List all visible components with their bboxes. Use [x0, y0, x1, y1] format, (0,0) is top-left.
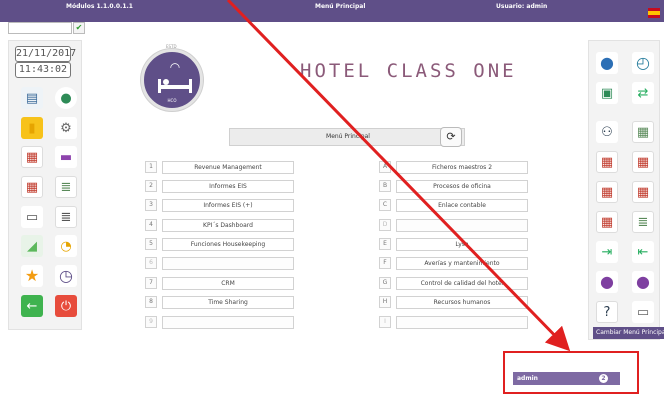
menu-key: 1 [145, 161, 157, 173]
notification-badge[interactable]: 2 [599, 374, 608, 383]
logo-small-text: HCO [167, 98, 177, 103]
menu-item-empty[interactable] [162, 257, 294, 270]
menu-item-crm[interactable]: CRM [162, 277, 294, 290]
menu-key: F [379, 257, 391, 269]
bed-icon[interactable]: ▬ [55, 146, 77, 168]
calendar-edit-icon[interactable]: ▦ [596, 181, 618, 203]
timer-icon[interactable]: ◔ [55, 235, 77, 257]
confirm-button[interactable]: ✔ [73, 22, 85, 34]
money-icon[interactable]: ▣ [596, 82, 618, 104]
menu-caption: Menú Principal [326, 133, 370, 140]
menu-key: B [379, 180, 391, 192]
menu-item-kpi-dashboard[interactable]: KPI´s Dashboard [162, 219, 294, 232]
user-icon[interactable]: ● [596, 52, 618, 74]
menu-key: H [379, 296, 391, 308]
search-input[interactable] [8, 22, 72, 34]
menu-item-empty[interactable] [396, 316, 528, 329]
user-list-icon[interactable]: ● [632, 271, 654, 293]
module-version: Módulos 1.1.0.0.1.1 [66, 3, 133, 10]
document-search-icon[interactable]: ≣ [55, 206, 77, 228]
menu-item-ficheros-maestros-2[interactable]: Ficheros maestros 2 [396, 161, 528, 174]
menu-item-empty[interactable] [396, 219, 528, 232]
menu-key: D [379, 219, 391, 231]
logout-icon[interactable]: ⇤ [632, 241, 654, 263]
document-list-icon[interactable]: ≣ [55, 176, 77, 198]
calendar-search-icon[interactable]: ▦ [632, 181, 654, 203]
change-menu-tooltip: Cambiar Menú Principal [593, 327, 664, 339]
calendar-grid-icon[interactable]: ▦ [21, 176, 43, 198]
menu-key: 3 [145, 199, 157, 211]
clock-icon[interactable]: ◷ [55, 265, 77, 287]
calendar-chart-icon[interactable]: ▦ [596, 211, 618, 233]
top-bar: Módulos 1.1.0.0.1.1 Menú Principal Usuar… [0, 0, 664, 22]
spreadsheet-icon[interactable]: ▦ [632, 121, 654, 143]
calendar-edit-icon[interactable]: ▦ [21, 146, 43, 168]
menu-item-control-de-calidad[interactable]: Control de calidad del hotel [396, 277, 528, 290]
date-display: 21/11/2017 [15, 46, 76, 62]
people-icon[interactable]: ⚇ [596, 121, 618, 143]
star-icon[interactable]: ★ [21, 265, 43, 287]
menu-key: 9 [145, 316, 157, 328]
menu-item-lysa[interactable]: Lysa [396, 238, 528, 251]
menu-item-informes-eis-plus[interactable]: Informes EIS (+) [162, 199, 294, 212]
login-icon[interactable]: ⇥ [596, 241, 618, 263]
menu-key: A [379, 161, 391, 173]
globe-icon[interactable]: ● [55, 87, 77, 109]
menu-item-funciones-housekeeping[interactable]: Funciones Housekeeping [162, 238, 294, 251]
screen-title: Menú Principal [315, 3, 366, 10]
clock-search-icon[interactable]: ◴ [632, 52, 654, 74]
menu-key: C [379, 199, 391, 211]
menu-item-empty[interactable] [162, 316, 294, 329]
hotel-logo: ◠ HCO [141, 49, 203, 111]
menu-key: I [379, 316, 391, 328]
transfer-icon[interactable]: ⇄ [632, 82, 654, 104]
menu-key: G [379, 277, 391, 289]
hotel-title: HOTEL CLASS ONE [300, 60, 517, 82]
menu-key: 4 [145, 219, 157, 231]
spanish-flag-icon[interactable] [648, 8, 660, 18]
back-arrow-icon[interactable]: ← [21, 295, 43, 317]
user-edit-icon[interactable]: ● [596, 271, 618, 293]
calendar-pencil-icon[interactable]: ▦ [632, 151, 654, 173]
time-display: 11:43:02 [15, 62, 71, 78]
menu-item-procesos-de-oficina[interactable]: Procesos de oficina [396, 180, 528, 193]
chat-icon[interactable]: ▭ [21, 206, 43, 228]
menu-item-revenue-management[interactable]: Revenue Management [162, 161, 294, 174]
book-search-icon[interactable]: ▤ [21, 87, 43, 109]
menu-item-time-sharing[interactable]: Time Sharing [162, 296, 294, 309]
power-icon[interactable]: ⏻ [55, 295, 77, 317]
refresh-button[interactable]: ⟳ [440, 127, 462, 147]
gears-icon[interactable]: ⚙ [55, 117, 77, 139]
menu-item-informes-eis[interactable]: Informes EIS [162, 180, 294, 193]
bed-logo-icon [158, 79, 192, 93]
menu-item-averias-y-mantenimiento[interactable]: Averías y mantenimiento [396, 257, 528, 270]
menu-item-enlace-contable[interactable]: Enlace contable [396, 199, 528, 212]
wifi-icon: ◠ [169, 60, 181, 74]
user-label: Usuario: admin [496, 3, 548, 10]
menu-caption-bar: Menú Principal [229, 128, 465, 146]
menu-key: 7 [145, 277, 157, 289]
menu-key: 8 [145, 296, 157, 308]
calendar-check-icon[interactable]: ▦ [596, 151, 618, 173]
menu-key: 6 [145, 257, 157, 269]
menu-key: 5 [145, 238, 157, 250]
printer-icon[interactable]: ▭ [632, 301, 654, 323]
menu-key: 2 [145, 180, 157, 192]
calendar-help-icon[interactable]: ? [596, 301, 618, 323]
document-settings-icon[interactable]: ≣ [632, 211, 654, 233]
menu-key: E [379, 238, 391, 250]
image-check-icon[interactable]: ◢ [21, 235, 43, 257]
menu-item-recursos-humanos[interactable]: Recursos humanos [396, 296, 528, 309]
notepad-icon[interactable]: ▮ [21, 117, 43, 139]
screen: Módulos 1.1.0.0.1.1 Menú Principal Usuar… [0, 0, 664, 394]
